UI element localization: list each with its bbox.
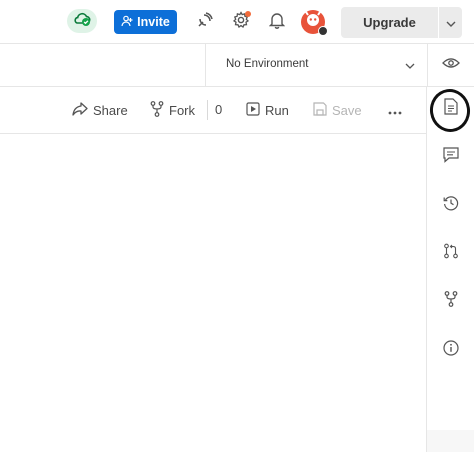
upgrade-menu-button[interactable]: [439, 7, 462, 38]
info-icon: [443, 339, 459, 361]
run-button[interactable]: Run: [246, 101, 289, 119]
environment-quick-look-button[interactable]: [427, 44, 474, 86]
sidebar-comments[interactable]: [442, 146, 460, 168]
pull-request-icon: [443, 243, 459, 264]
fork-button[interactable]: Fork: [150, 100, 195, 120]
fork-label: Fork: [169, 102, 195, 118]
avatar[interactable]: [301, 10, 328, 36]
notification-badge: [245, 11, 251, 17]
sidebar-info[interactable]: [442, 339, 460, 361]
user-plus-icon: [121, 15, 133, 30]
satellite-button[interactable]: [194, 11, 216, 33]
request-toolbar: Share Fork 0 Run Save: [0, 87, 427, 134]
sync-status-button[interactable]: [67, 9, 97, 33]
invite-label: Invite: [137, 15, 170, 29]
upgrade-button-group: Upgrade: [341, 7, 462, 38]
sidebar-history[interactable]: [442, 195, 460, 216]
share-button[interactable]: Share: [72, 101, 128, 119]
history-icon: [443, 195, 459, 216]
settings-button[interactable]: [230, 10, 252, 33]
chevron-down-icon: [404, 59, 416, 71]
environment-selector[interactable]: No Environment: [205, 44, 427, 86]
save-label: Save: [332, 102, 362, 118]
save-button[interactable]: Save: [313, 101, 362, 119]
comments-icon: [443, 146, 459, 168]
cloud-sync-icon: [72, 11, 92, 32]
sidebar-footer: [427, 430, 474, 452]
invite-button[interactable]: Invite: [114, 10, 177, 34]
more-horizontal-icon: [388, 103, 402, 118]
sidebar-forks[interactable]: [442, 290, 460, 312]
notifications-button[interactable]: [266, 11, 288, 33]
environment-bar: No Environment: [0, 44, 474, 87]
sidebar-pull-requests[interactable]: [442, 243, 460, 264]
bell-icon: [268, 11, 286, 34]
satellite-icon: [196, 11, 214, 34]
play-icon: [246, 101, 260, 119]
save-icon: [313, 101, 327, 119]
fork-icon: [150, 100, 164, 120]
top-bar: Invite Upgrade: [0, 0, 474, 44]
fork-count: 0: [207, 100, 222, 120]
more-options-button[interactable]: [388, 101, 402, 119]
right-sidebar: [426, 87, 474, 452]
run-label: Run: [265, 102, 289, 118]
environment-selected-label: No Environment: [226, 58, 309, 70]
eye-icon: [442, 56, 460, 74]
share-label: Share: [93, 102, 128, 118]
camera-icon: [318, 26, 328, 36]
chevron-down-icon: [446, 14, 456, 32]
fork-icon: [444, 290, 458, 312]
upgrade-button[interactable]: Upgrade: [341, 7, 438, 38]
share-icon: [72, 101, 88, 119]
